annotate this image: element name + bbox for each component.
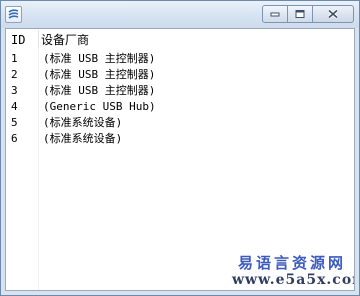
- list-row[interactable]: 2 (标准 USB 主控制器): [6, 67, 354, 83]
- watermark-title: 易语言资源网: [237, 254, 346, 272]
- site-watermark: 易语言资源网 www.e5a5x.com: [232, 254, 355, 289]
- row-vendor: (Generic USB Hub): [43, 100, 156, 113]
- row-vendor: (标准 USB 主控制器): [43, 52, 156, 65]
- list-row[interactable]: 4 (Generic USB Hub): [6, 99, 354, 115]
- list-row[interactable]: 1 (标准 USB 主控制器): [6, 51, 354, 67]
- row-id: 2: [11, 68, 18, 81]
- list-row[interactable]: 6 (标准系统设备): [6, 131, 354, 147]
- row-vendor: (标准系统设备): [43, 116, 123, 129]
- close-icon: [327, 9, 339, 19]
- list-row[interactable]: 5 (标准系统设备): [6, 115, 354, 131]
- list-rows: 1 (标准 USB 主控制器) 2 (标准 USB 主控制器) 3 (标准 US…: [6, 51, 354, 147]
- maximize-button[interactable]: [287, 5, 313, 23]
- row-id: 6: [11, 132, 18, 145]
- list-row[interactable]: 3 (标准 USB 主控制器): [6, 83, 354, 99]
- minimize-icon: [270, 12, 280, 17]
- row-vendor: (标准 USB 主控制器): [43, 84, 156, 97]
- app-logo-icon[interactable]: [5, 6, 22, 23]
- title-bar[interactable]: [1, 1, 359, 28]
- row-vendor: (标准 USB 主控制器): [43, 68, 156, 81]
- row-id: 4: [11, 100, 18, 113]
- list-header: ID 设备厂商: [6, 29, 354, 50]
- app-window: ID 设备厂商 1 (标准 USB 主控制器) 2 (标准 USB 主控制器) …: [0, 0, 360, 296]
- minimize-button[interactable]: [262, 5, 288, 23]
- header-divider[interactable]: [38, 30, 39, 49]
- device-list[interactable]: ID 设备厂商 1 (标准 USB 主控制器) 2 (标准 USB 主控制器) …: [5, 28, 355, 291]
- caption-buttons: [262, 5, 354, 23]
- watermark-url: www.e5a5x.com: [232, 272, 355, 288]
- column-header-id[interactable]: ID: [11, 29, 25, 50]
- row-id: 1: [11, 52, 18, 65]
- close-button[interactable]: [312, 5, 354, 23]
- column-header-vendor[interactable]: 设备厂商: [41, 29, 89, 50]
- row-vendor: (标准系统设备): [43, 132, 123, 145]
- row-id: 3: [11, 84, 18, 97]
- maximize-icon: [295, 10, 305, 18]
- row-id: 5: [11, 116, 18, 129]
